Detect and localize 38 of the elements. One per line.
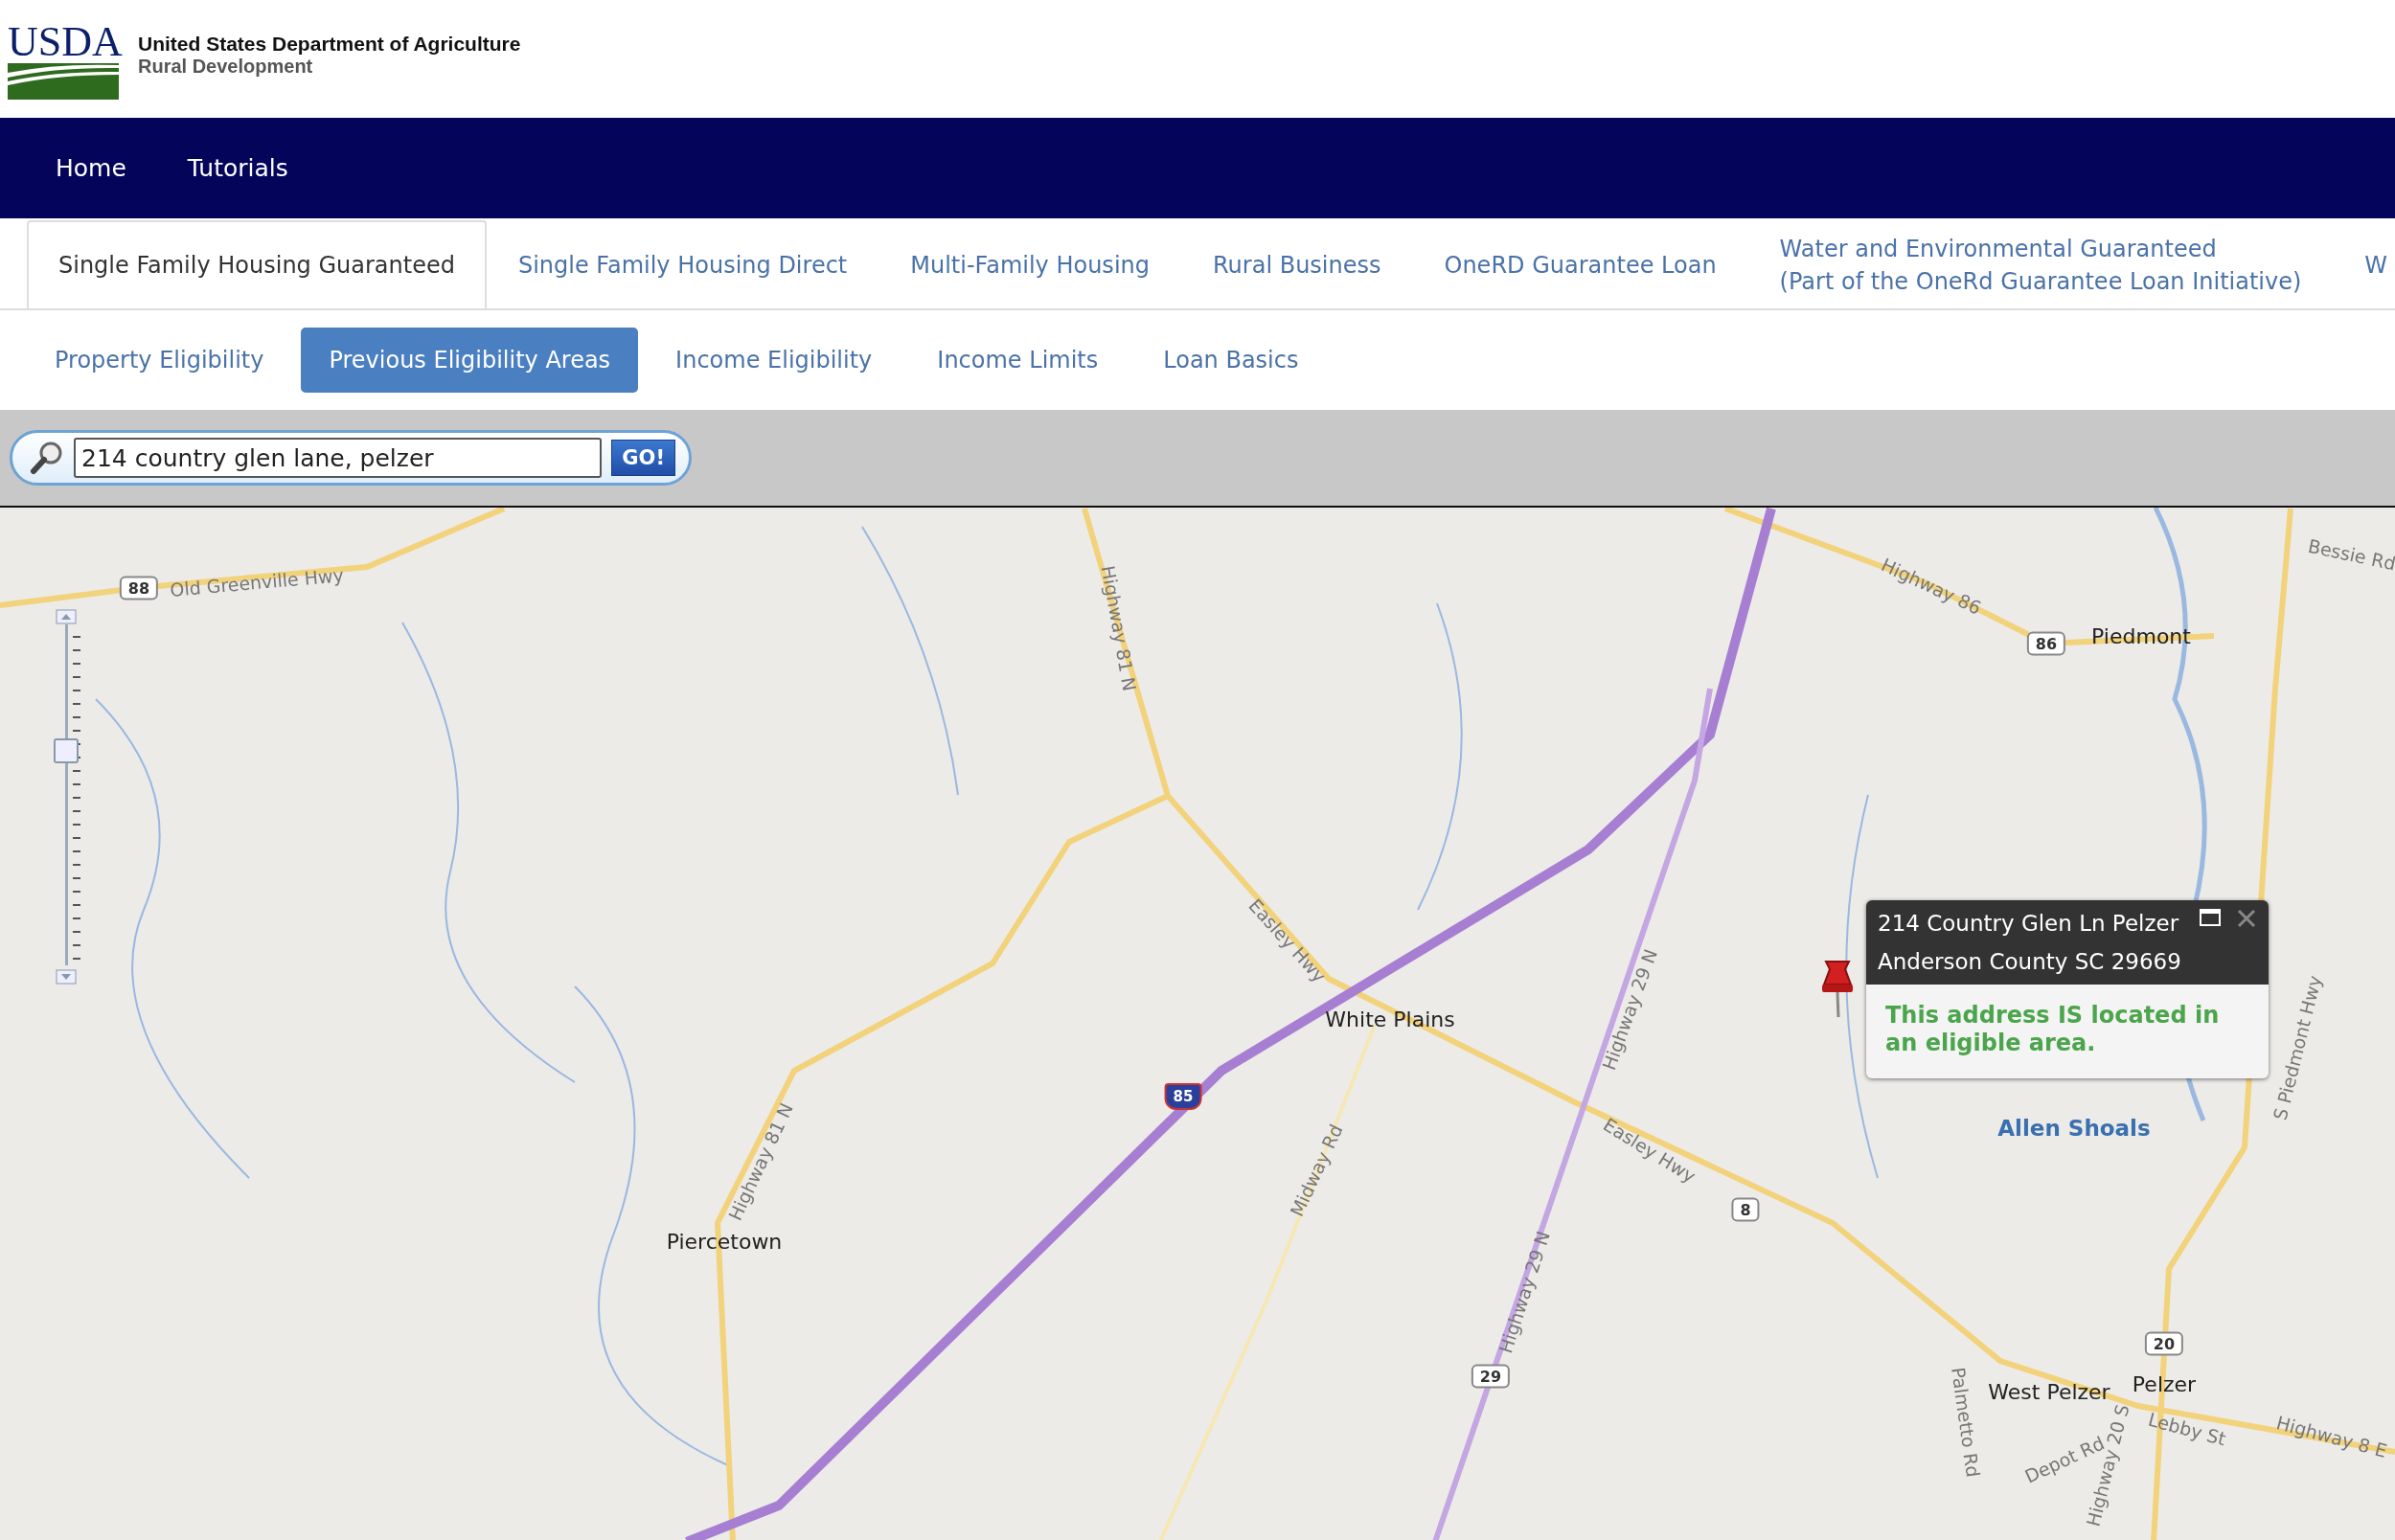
road-label: Bessie Rd (2306, 534, 2395, 575)
sub-tab[interactable]: Property Eligibility (27, 328, 292, 393)
address-input[interactable]: 214 country glen lane, pelzer (74, 438, 603, 478)
agency-name: United States Department of Agriculture (138, 33, 521, 56)
place-label: Pelzer (2132, 1371, 2197, 1396)
route-shield: 20 (2144, 1331, 2184, 1356)
place-label: Piercetown (666, 1229, 783, 1254)
place-label: Piedmont (2091, 623, 2191, 648)
place-label: West Pelzer (1988, 1379, 2110, 1404)
popup-title: 214 Country Glen Ln Pelzer (1878, 910, 2179, 938)
interstate-shield: 85 (1164, 1083, 1202, 1110)
sub-tab[interactable]: Income Eligibility (648, 328, 901, 393)
road-label: Old Greenville Hwy (169, 564, 345, 600)
road-label: Palmetto Rd (1948, 1366, 1984, 1479)
road-label: Highway 81 N (1097, 563, 1141, 693)
route-shield: 86 (2026, 631, 2066, 656)
search-icon (30, 440, 64, 476)
maximize-icon[interactable] (2200, 908, 2221, 927)
nav-link[interactable]: Tutorials (160, 145, 315, 192)
route-shield: 29 (1471, 1364, 1511, 1389)
sub-tab[interactable]: Loan Basics (1135, 328, 1327, 393)
go-button[interactable]: GO! (611, 440, 675, 476)
place-label: White Plains (1325, 1007, 1455, 1031)
route-shield: 88 (119, 576, 159, 600)
water-label: Allen Shoals (1997, 1116, 2151, 1141)
popup-title: Anderson County SC 29669 (1878, 948, 2181, 976)
nav-link[interactable]: Home (29, 145, 153, 192)
sub-tab[interactable]: Income Limits (909, 328, 1127, 393)
sub-tab[interactable]: Previous Eligibility Areas (301, 328, 639, 393)
road-label: Lebby St (2146, 1408, 2228, 1450)
route-shield: 8 (1731, 1197, 1760, 1222)
program-tab[interactable]: Single Family Housing Guaranteed (27, 220, 487, 308)
close-icon[interactable] (2236, 908, 2257, 929)
logo-text: USDA (8, 16, 123, 67)
division-name: Rural Development (138, 56, 314, 78)
field-logo-icon (8, 62, 119, 100)
zoom-slider-thumb[interactable] (54, 737, 79, 763)
eligibility-message: This address IS located in an eligible area. (1884, 1001, 2221, 1058)
